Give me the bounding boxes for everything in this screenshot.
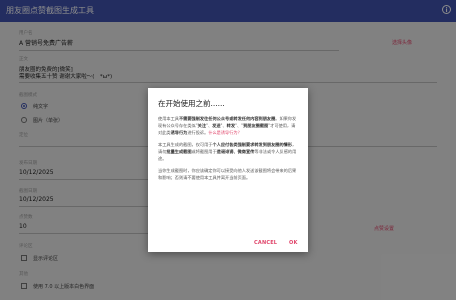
cancel-button[interactable]: CANCEL xyxy=(254,240,277,246)
dialog-title: 在开始使用之前...... xyxy=(158,99,225,108)
dialog-body: 使用本工具不需要强制发往任何公众号或转发任何内容到朋友圈。如果你发现有公众号存在… xyxy=(158,115,299,186)
dialog-paragraph-1: 使用本工具不需要强制发往任何公众号或转发任何内容到朋友圈。如果你发现有公众号存在… xyxy=(158,116,297,135)
dialog-paragraph-3: 当你生成截图时，你应该确定你可以接受向他人发送该截图将会带来的后果和影响；否则请… xyxy=(158,168,297,180)
inducement-help-link[interactable]: 什么是诱导行为？ xyxy=(208,130,242,135)
ok-button[interactable]: OK xyxy=(289,240,298,246)
notice-dialog: 在开始使用之前...... 使用本工具不需要强制发往任何公众号或转发任何内容到朋… xyxy=(148,88,308,252)
dialog-paragraph-2: 本工具生成的截图，仅可用于个人应付各类强制要求转发到朋友圈的情形，请勿批量生成截… xyxy=(158,142,297,161)
